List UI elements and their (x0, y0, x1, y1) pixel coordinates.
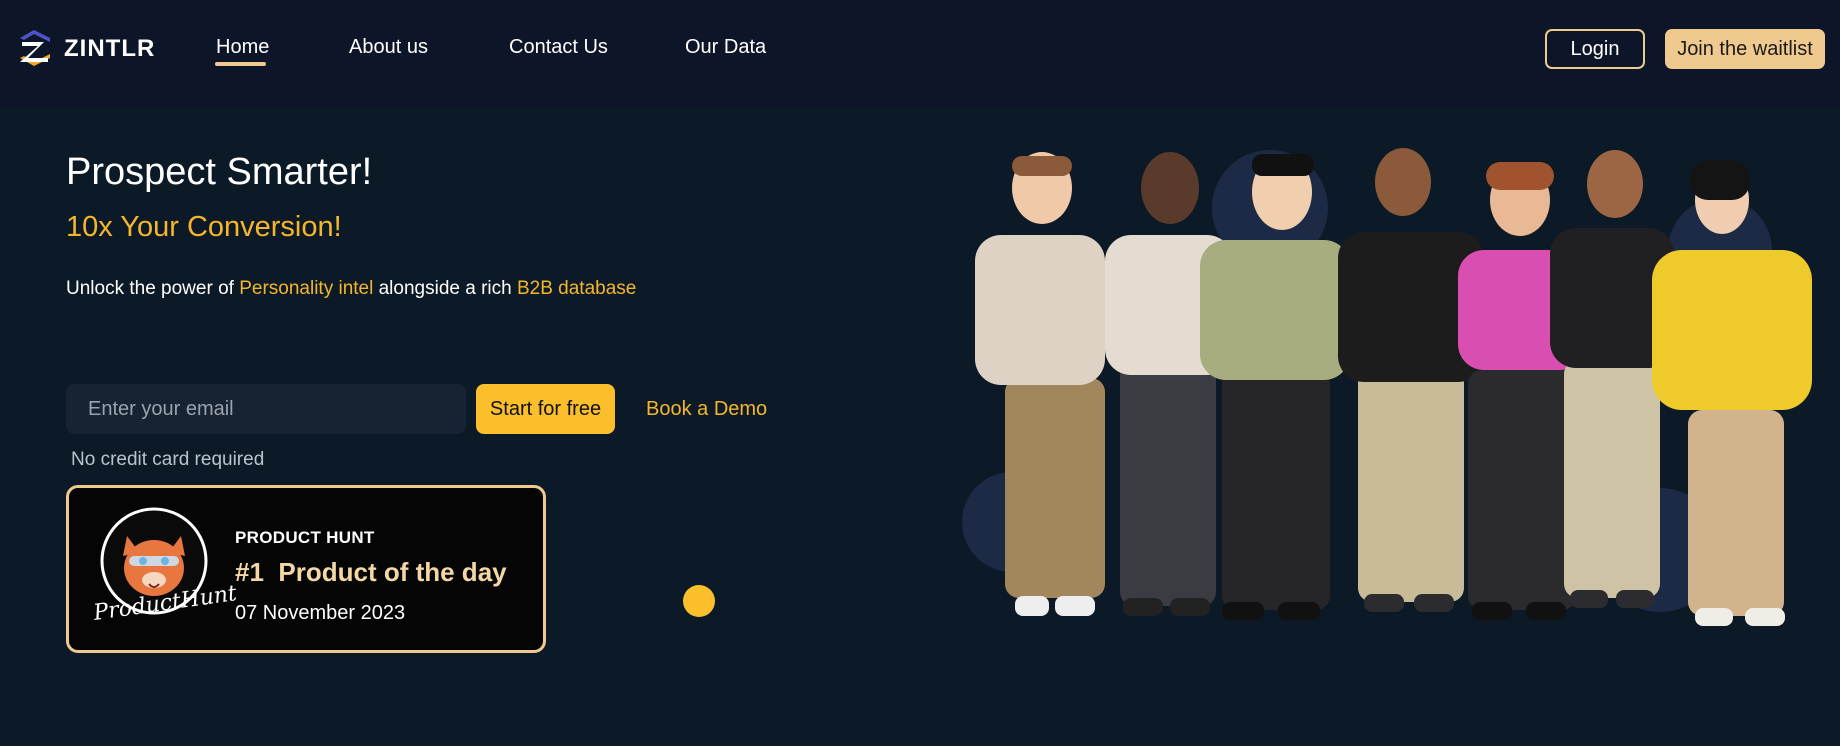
tagline-highlight-personality: Personality intel (239, 278, 374, 299)
hero-title: Prospect Smarter! (66, 151, 373, 193)
nav-home[interactable]: Home (216, 36, 269, 59)
product-hunt-badge[interactable]: ProductHunt PRODUCT HUNT #1 Product of t… (66, 485, 546, 653)
hero-subtitle: 10x Your Conversion! (66, 211, 342, 243)
rank-number: #1 (235, 557, 264, 587)
email-field-wrapper (66, 384, 466, 434)
product-hunt-label: PRODUCT HUNT (235, 528, 375, 547)
nav-active-indicator (215, 62, 266, 66)
hero-tagline: Unlock the power of Personality intel al… (66, 278, 636, 300)
start-for-free-button[interactable]: Start for free (476, 384, 615, 434)
book-demo-link[interactable]: Book a Demo (646, 398, 767, 421)
brand-logo[interactable]: ZINTLR (14, 28, 155, 70)
people-group-illustration (962, 148, 1812, 626)
join-waitlist-button[interactable]: Join the waitlist (1665, 29, 1825, 69)
login-button[interactable]: Login (1545, 29, 1645, 69)
nav-our-data[interactable]: Our Data (685, 36, 766, 59)
email-input[interactable] (86, 396, 446, 422)
decorative-dot (683, 585, 715, 617)
tagline-prefix: Unlock the power of (66, 278, 240, 299)
tagline-middle: alongside a rich (373, 278, 517, 299)
tagline-highlight-b2b: B2B database (516, 278, 637, 299)
nav-contact-us[interactable]: Contact Us (509, 36, 608, 59)
brand-name: ZINTLR (64, 35, 156, 62)
zintlr-logo-icon (20, 30, 50, 66)
rank-title: Product of the day (278, 557, 507, 587)
nav-about-us[interactable]: About us (349, 36, 428, 59)
product-hunt-rank: #1 Product of the day (235, 557, 507, 588)
no-credit-card-note: No credit card required (71, 449, 265, 470)
person-4 (1338, 148, 1484, 612)
top-navbar: ZINTLR Home About us Contact Us Our Data… (0, 0, 1840, 109)
product-hunt-date: 07 November 2023 (235, 602, 406, 624)
